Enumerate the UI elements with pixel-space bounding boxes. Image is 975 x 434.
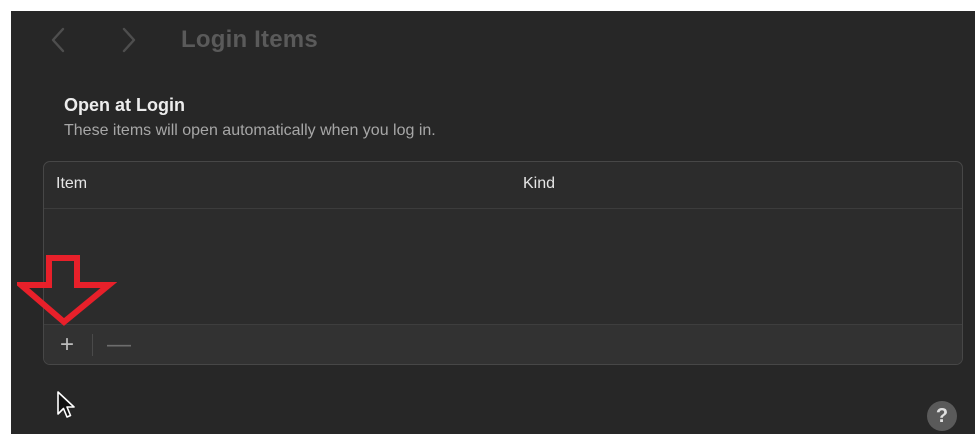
page-title: Login Items (181, 26, 318, 53)
help-button[interactable]: ? (927, 401, 957, 431)
column-header-kind[interactable]: Kind (523, 175, 555, 193)
down-arrow-annotation-icon (17, 255, 117, 326)
chevron-right-icon (122, 27, 136, 53)
table-body[interactable] (44, 209, 962, 323)
login-items-list: Item Kind + — (43, 161, 963, 365)
login-items-window: Login Items Open at Login These items wi… (11, 11, 975, 434)
chevron-left-icon (51, 27, 65, 53)
footer-divider (92, 334, 93, 356)
section-subtitle: These items will open automatically when… (64, 122, 436, 139)
table-header: Item Kind (44, 162, 962, 209)
section-title: Open at Login (64, 95, 185, 115)
mouse-cursor-icon (57, 391, 75, 418)
toolbar: Login Items (11, 11, 975, 71)
column-header-item[interactable]: Item (56, 175, 87, 193)
list-footer: + — (44, 324, 962, 364)
forward-button[interactable] (114, 25, 144, 55)
add-item-button[interactable]: + (49, 325, 85, 364)
remove-item-button[interactable]: — (101, 325, 137, 364)
back-button[interactable] (43, 25, 73, 55)
